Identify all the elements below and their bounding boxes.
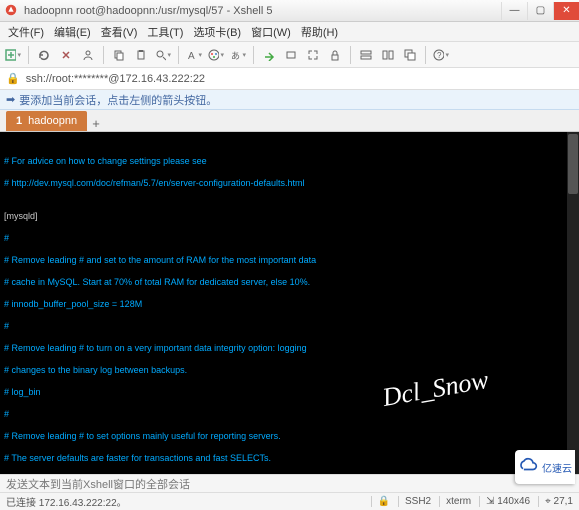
find-button[interactable]	[154, 46, 172, 64]
session-tab-bar: 1 hadoopnn +	[0, 110, 579, 132]
menu-bar: 文件(F) 编辑(E) 查看(V) 工具(T) 选项卡(B) 窗口(W) 帮助(…	[0, 22, 579, 42]
menu-help[interactable]: 帮助(H)	[297, 24, 342, 40]
window-title: hadoopnn root@hadoopnn:/usr/mysql/57 - X…	[24, 5, 501, 17]
menu-window[interactable]: 窗口(W)	[247, 24, 295, 40]
watermark-logo-text: 亿速云	[542, 460, 572, 475]
toolbar: A あ ?	[0, 42, 579, 68]
status-protocol: SSH2	[398, 496, 431, 507]
reconnect-button[interactable]	[35, 46, 53, 64]
menu-tabs[interactable]: 选项卡(B)	[189, 24, 245, 40]
svg-text:?: ?	[437, 51, 442, 60]
app-icon	[4, 3, 20, 19]
compose-hint[interactable]: 发送文本到当前Xshell窗口的全部会话	[0, 474, 579, 492]
address-bar: 🔒 ssh://root:********@172.16.43.222:22	[0, 68, 579, 90]
hint-text: 要添加当前会话，点击左侧的箭头按钮。	[19, 92, 217, 108]
minimize-button[interactable]: —	[501, 2, 527, 20]
status-bar: 已连接 172.16.43.222:22。 🔒 SSH2 xterm ⇲ 140…	[0, 492, 579, 510]
screen-button[interactable]	[282, 46, 300, 64]
close-button[interactable]: ✕	[553, 2, 579, 20]
copy-button[interactable]	[110, 46, 128, 64]
encoding-button[interactable]: あ	[229, 46, 247, 64]
color-button[interactable]	[207, 46, 225, 64]
tile-v-button[interactable]	[379, 46, 397, 64]
status-size: ⇲ 140x46	[479, 496, 530, 507]
cascade-button[interactable]	[401, 46, 419, 64]
svg-text:あ: あ	[231, 51, 240, 61]
menu-tools[interactable]: 工具(T)	[143, 24, 187, 40]
new-tab-button[interactable]: +	[87, 116, 105, 131]
menu-view[interactable]: 查看(V)	[97, 24, 142, 40]
lock-icon: 🔒	[6, 72, 20, 85]
disconnect-button[interactable]	[57, 46, 75, 64]
svg-text:A: A	[188, 51, 195, 61]
lock-button[interactable]	[326, 46, 344, 64]
hint-arrow-icon[interactable]: ➡	[6, 93, 15, 106]
status-connection: 已连接 172.16.43.222:22。	[6, 494, 127, 509]
menu-edit[interactable]: 编辑(E)	[50, 24, 95, 40]
scrollbar-thumb[interactable]	[568, 134, 578, 194]
hint-bar: ➡ 要添加当前会话，点击左侧的箭头按钮。	[0, 90, 579, 110]
font-button[interactable]: A	[185, 46, 203, 64]
window-buttons: — ▢ ✕	[501, 2, 579, 20]
status-term: xterm	[439, 496, 471, 507]
tab-label: hadoopnn	[28, 115, 77, 127]
paste-button[interactable]	[132, 46, 150, 64]
new-session-button[interactable]	[4, 46, 22, 64]
address-text[interactable]: ssh://root:********@172.16.43.222:22	[26, 73, 205, 85]
status-cursor: ⌖ 27,1	[538, 496, 573, 507]
scrollbar[interactable]	[567, 132, 579, 474]
tile-h-button[interactable]	[357, 46, 375, 64]
compose-hint-text: 发送文本到当前Xshell窗口的全部会话	[6, 476, 190, 492]
title-bar: hadoopnn root@hadoopnn:/usr/mysql/57 - X…	[0, 0, 579, 22]
watermark-logo: 亿速云	[515, 450, 575, 484]
profile-button[interactable]	[79, 46, 97, 64]
terminal[interactable]: # For advice on how to change settings p…	[0, 132, 579, 474]
status-lock-icon: 🔒	[371, 496, 390, 507]
fullscreen-button[interactable]	[304, 46, 322, 64]
maximize-button[interactable]: ▢	[527, 2, 553, 20]
session-tab-active[interactable]: 1 hadoopnn	[6, 111, 87, 131]
menu-file[interactable]: 文件(F)	[4, 24, 48, 40]
xftp-button[interactable]	[260, 46, 278, 64]
tab-index: 1	[16, 115, 22, 127]
help-button[interactable]: ?	[432, 46, 450, 64]
